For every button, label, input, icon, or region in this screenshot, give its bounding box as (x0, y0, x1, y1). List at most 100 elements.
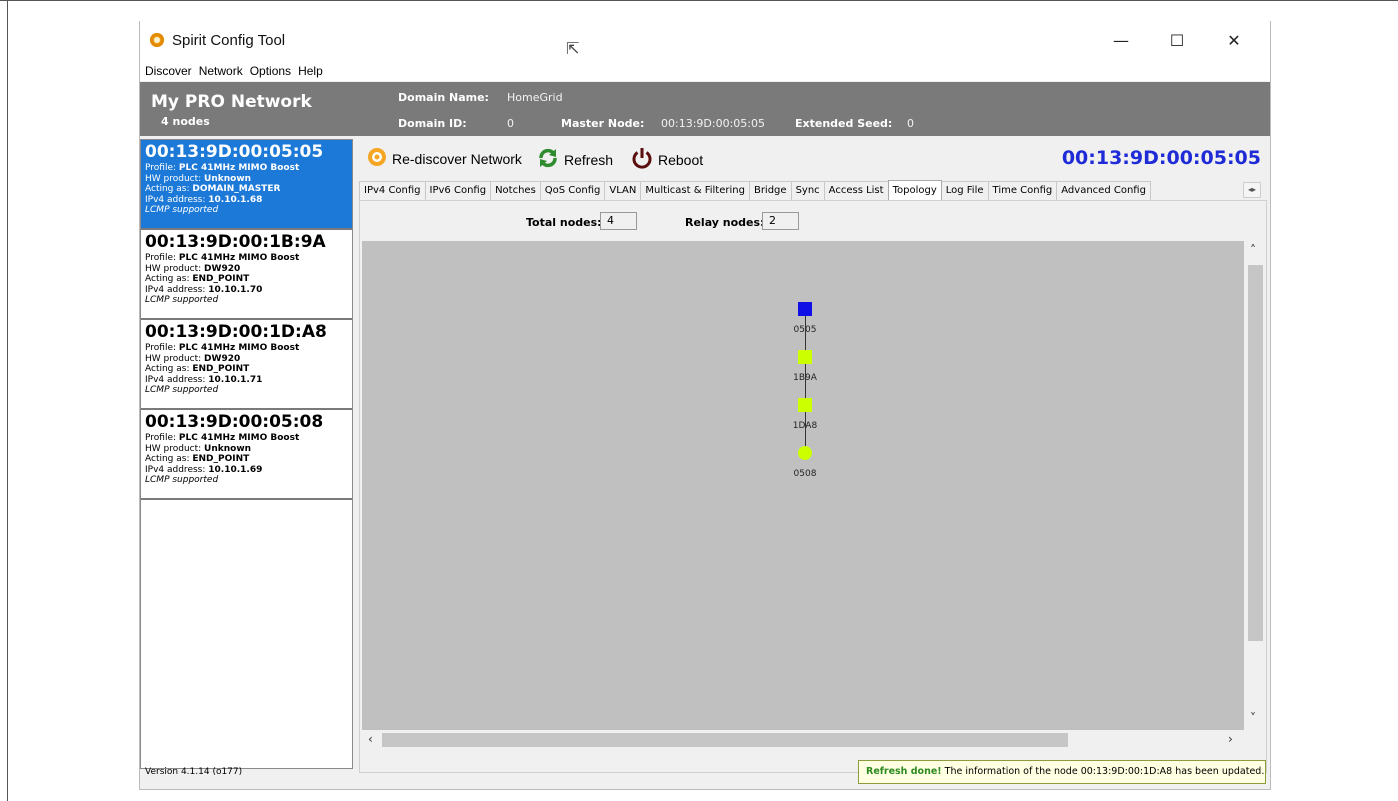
rediscover-label: Re-discover Network (392, 151, 522, 168)
hw-label: HW product: (145, 173, 205, 184)
topology-node-0508[interactable] (798, 446, 812, 460)
menu-help[interactable]: Help (293, 61, 325, 78)
selected-node-mac: 00:13:9D:00:05:05 (1061, 147, 1261, 169)
minimize-button[interactable]: — (1098, 27, 1144, 55)
total-nodes-field: 4 (600, 212, 637, 230)
node-acting: Acting as: DOMAIN_MASTER (145, 184, 352, 195)
ip-label: IPv4 address: (145, 374, 209, 385)
menu-network[interactable]: Network (194, 61, 245, 78)
network-header: My PRO Network 4 nodes Domain Name: Home… (140, 82, 1270, 136)
topology-label-0505: 0505 (793, 325, 817, 335)
reboot-label: Reboot (658, 152, 704, 169)
mouse-cursor-icon: ⇱ (566, 39, 580, 58)
tab-log-file[interactable]: Log File (940, 181, 989, 200)
tab-vlan[interactable]: VLAN (604, 181, 642, 200)
close-button[interactable]: ✕ (1211, 27, 1257, 55)
topology-label-1da8: 1DA8 (792, 421, 818, 431)
topology-panel: Total nodes: 4 Relay nodes: 2 0505 1B9A … (359, 200, 1267, 773)
rediscover-network-button[interactable]: Re-discover Network (367, 147, 522, 171)
window-title: Spirit Config Tool (172, 32, 286, 49)
tab-bridge[interactable]: Bridge (748, 181, 792, 200)
gear-icon (367, 147, 387, 174)
relay-nodes-field: 2 (762, 212, 799, 230)
tab-ipv4-config[interactable]: IPv4 Config (359, 181, 426, 200)
node-lcmp: LCMP supported (145, 385, 219, 395)
ip-value: 10.10.1.68 (208, 194, 263, 205)
node-acting: Acting as: END_POINT (145, 454, 352, 465)
domain-id-label: Domain ID: (398, 117, 467, 130)
scroll-down-icon[interactable]: ˅ (1250, 711, 1256, 725)
tab-qos-config[interactable]: QoS Config (539, 181, 606, 200)
extended-seed-label: Extended Seed: (795, 117, 893, 130)
ip-value: 10.10.1.71 (208, 374, 263, 385)
menu-bar: Discover Network Options Help (140, 61, 1270, 81)
node-lcmp: LCMP supported (145, 205, 219, 215)
scroll-up-icon[interactable]: ˄ (1250, 243, 1256, 257)
topology-label-0508: 0508 (793, 469, 817, 479)
node-card[interactable]: 00:13:9D:00:1D:A8 Profile: PLC 41MHz MIM… (141, 320, 352, 410)
profile-label: Profile: (145, 253, 179, 263)
status-text: The information of the node 00:13:9D:00:… (941, 766, 1265, 777)
node-card[interactable]: 00:13:9D:00:05:05 Profile: PLC 41MHz MIM… (141, 140, 352, 230)
ip-label: IPv4 address: (145, 194, 209, 205)
node-hw: HW product: Unknown (145, 174, 352, 185)
hw-value: Unknown (204, 443, 252, 454)
tab-advanced-config[interactable]: Advanced Config (1056, 181, 1151, 200)
node-profile: Profile: PLC 41MHz MIMO Boost (145, 433, 352, 444)
vertical-scroll-thumb[interactable] (1248, 265, 1263, 641)
hw-label: HW product: (145, 443, 205, 454)
tab-notches[interactable]: Notches (490, 181, 541, 200)
vertical-scrollbar[interactable]: ˄ ˅ (1246, 241, 1264, 750)
ip-value: 10.10.1.69 (208, 464, 263, 475)
scroll-right-icon[interactable]: › (1228, 732, 1233, 746)
power-icon (631, 147, 653, 176)
node-ip: IPv4 address: 10.10.1.70 (145, 285, 352, 296)
tab-time-config[interactable]: Time Config (987, 181, 1058, 200)
node-ip: IPv4 address: 10.10.1.68 (145, 195, 352, 206)
topology-node-0505[interactable] (798, 302, 812, 316)
node-acting: Acting as: END_POINT (145, 364, 352, 375)
horizontal-scrollbar[interactable]: ‹ › (362, 730, 1244, 750)
node-mac: 00:13:9D:00:05:08 (145, 412, 324, 432)
maximize-button[interactable]: ☐ (1154, 27, 1200, 55)
profile-label: Profile: (145, 433, 179, 443)
menu-discover[interactable]: Discover (140, 61, 194, 78)
node-profile: Profile: PLC 41MHz MIMO Boost (145, 163, 352, 174)
node-acting: Acting as: END_POINT (145, 274, 352, 285)
app-gear-icon (150, 33, 164, 47)
hw-value: Unknown (204, 173, 252, 184)
reboot-button[interactable]: Reboot (631, 147, 703, 171)
master-node-value: 00:13:9D:00:05:05 (661, 117, 765, 130)
app-window: Spirit Config Tool ⇱ — ☐ ✕ Discover Netwo… (139, 21, 1271, 790)
tab-multicast-filtering[interactable]: Multicast & Filtering (640, 181, 750, 200)
tab-sync[interactable]: Sync (790, 181, 825, 200)
topology-node-1da8[interactable] (798, 398, 812, 412)
profile-value: PLC 41MHz MIMO Boost (178, 433, 300, 443)
tab-topology[interactable]: Topology (887, 180, 942, 201)
network-name: My PRO Network (151, 92, 312, 112)
refresh-label: Refresh (564, 152, 614, 169)
version-label: Version 4.1.14 (o177) (145, 767, 243, 777)
node-card[interactable]: 00:13:9D:00:1B:9A Profile: PLC 41MHz MIM… (141, 230, 352, 320)
refresh-button[interactable]: Refresh (537, 147, 613, 171)
refresh-icon (537, 147, 559, 176)
total-nodes-label: Total nodes: (526, 216, 602, 229)
horizontal-scroll-thumb[interactable] (382, 733, 1068, 747)
domain-id-value: 0 (507, 117, 514, 130)
domain-name-value: HomeGrid (507, 91, 563, 104)
config-tabs: IPv4 Config IPv6 Config Notches QoS Config V… (359, 179, 1151, 201)
node-profile: Profile: PLC 41MHz MIMO Boost (145, 253, 352, 264)
node-card[interactable]: 00:13:9D:00:05:08 Profile: PLC 41MHz MIM… (141, 410, 352, 500)
menu-options[interactable]: Options (245, 61, 293, 78)
extended-seed-value: 0 (907, 117, 914, 130)
scroll-left-icon[interactable]: ‹ (368, 732, 373, 746)
tab-ipv6-config[interactable]: IPv6 Config (424, 181, 492, 200)
topology-label-1b9a: 1B9A (793, 373, 817, 383)
topology-node-1b9a[interactable] (798, 350, 812, 364)
topology-canvas[interactable]: 0505 1B9A 1DA8 0508 (362, 241, 1244, 730)
profile-value: PLC 41MHz MIMO Boost (178, 163, 300, 173)
tab-access-list[interactable]: Access List (823, 181, 889, 200)
profile-value: PLC 41MHz MIMO Boost (178, 253, 300, 263)
tab-scroll-arrows[interactable]: ◂▸ (1243, 182, 1261, 198)
node-ip: IPv4 address: 10.10.1.71 (145, 375, 352, 386)
